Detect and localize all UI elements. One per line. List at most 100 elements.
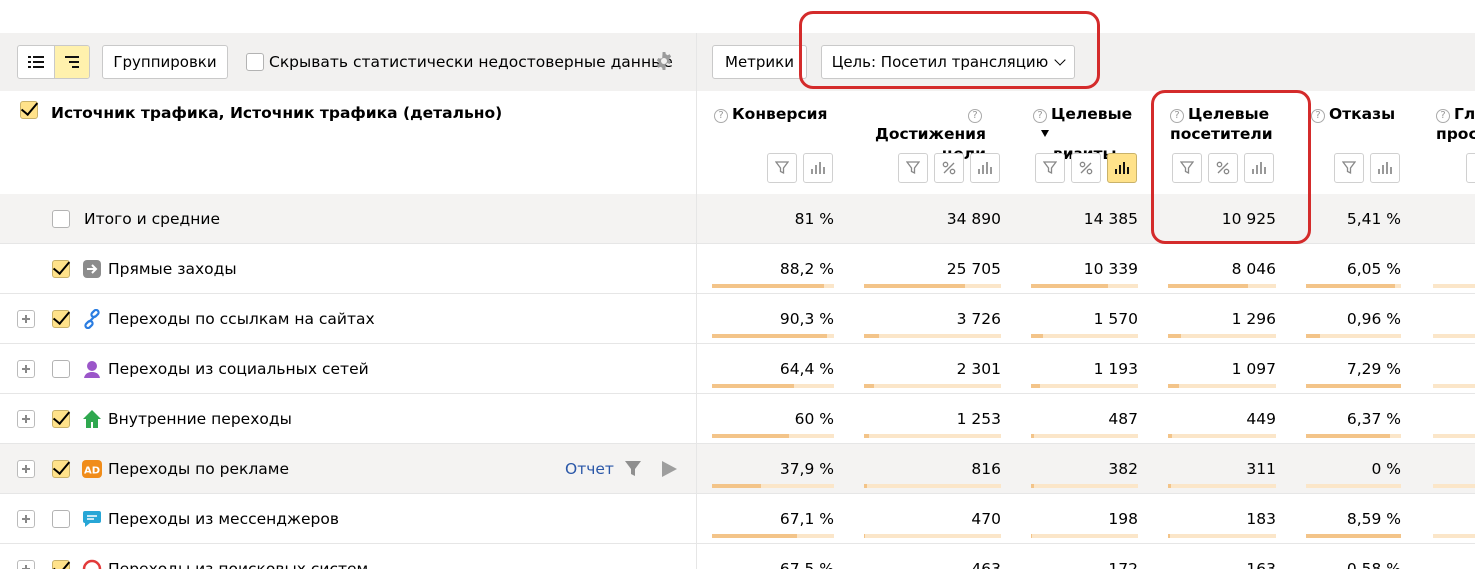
table-row[interactable]: Переходы по ссылкам на сайтах 90,3 % 3 726… bbox=[0, 294, 1475, 344]
row-checkbox[interactable] bbox=[52, 310, 70, 328]
sort-desc-icon[interactable] bbox=[1041, 130, 1049, 137]
table-row[interactable]: Переходы из поисковых систем 67,5 % 463 172… bbox=[0, 544, 1475, 569]
tree-view-button[interactable] bbox=[53, 46, 89, 78]
metric-value[interactable]: 10 339 bbox=[1084, 260, 1138, 278]
row-label[interactable]: Переходы из социальных сетей bbox=[108, 360, 369, 378]
filter-button[interactable] bbox=[898, 153, 928, 183]
metric-value[interactable]: 7,29 % bbox=[1347, 360, 1401, 378]
row-label[interactable]: Переходы по ссылкам на сайтах bbox=[108, 310, 375, 328]
percent-button[interactable] bbox=[934, 153, 964, 183]
chart-button-active[interactable] bbox=[1107, 153, 1137, 183]
table-row[interactable]: Переходы из мессенджеров 67,1 % 470 198 183 8… bbox=[0, 494, 1475, 544]
metric-value[interactable]: 470 bbox=[971, 510, 1001, 528]
metric-value[interactable]: 6,05 % bbox=[1347, 260, 1401, 278]
metric-value[interactable]: 172 bbox=[1108, 560, 1138, 569]
table-row[interactable]: Переходы из социальных сетей 64,4 % 2 301 1… bbox=[0, 344, 1475, 394]
metric-value[interactable]: 816 bbox=[971, 460, 1001, 478]
metric-value[interactable]: 449 bbox=[1246, 410, 1276, 428]
metric-value[interactable]: 8 046 bbox=[1232, 260, 1276, 278]
row-checkbox[interactable] bbox=[52, 260, 70, 278]
metric-value[interactable]: 163 bbox=[1246, 560, 1276, 569]
metric-value[interactable]: 25 705 bbox=[947, 260, 1001, 278]
funnel-icon[interactable] bbox=[624, 460, 642, 478]
chart-button[interactable] bbox=[1370, 153, 1400, 183]
metric-value[interactable]: 67,5 % bbox=[780, 560, 834, 569]
metric-value[interactable]: 90,3 % bbox=[780, 310, 834, 328]
expand-row-button[interactable] bbox=[17, 310, 35, 328]
table-row[interactable]: AD Переходы по рекламе Отчет 37,9 % 816 382 31… bbox=[0, 444, 1475, 494]
row-label[interactable]: Переходы из мессенджеров bbox=[108, 510, 339, 528]
dimension-title[interactable]: Источник трафика, Источник трафика (дета… bbox=[51, 104, 502, 122]
table-row[interactable]: Внутренние переходы 60 % 1 253 487 449 6,37 % bbox=[0, 394, 1475, 444]
column-header-depth[interactable]: ? Глу просм bbox=[1436, 104, 1475, 144]
groupings-button[interactable]: Группировки bbox=[102, 45, 228, 79]
row-checkbox[interactable] bbox=[52, 460, 70, 478]
help-icon[interactable]: ? bbox=[1311, 109, 1325, 123]
play-icon[interactable] bbox=[662, 461, 677, 477]
row-checkbox[interactable] bbox=[52, 560, 70, 569]
metric-value[interactable]: 3 726 bbox=[957, 310, 1001, 328]
metric-value[interactable]: 0,96 % bbox=[1347, 310, 1401, 328]
column-header-conversion[interactable]: ? Конверсия bbox=[714, 104, 834, 124]
metric-value[interactable]: 8,59 % bbox=[1347, 510, 1401, 528]
row-label[interactable]: Прямые заходы bbox=[108, 260, 237, 278]
metric-value[interactable]: 1 193 bbox=[1094, 360, 1138, 378]
metric-value[interactable]: 311 bbox=[1246, 460, 1276, 478]
metric-value[interactable]: 1 296 bbox=[1232, 310, 1276, 328]
metrics-button[interactable]: Метрики bbox=[712, 45, 807, 79]
metric-value[interactable]: 37,9 % bbox=[780, 460, 834, 478]
percent-button[interactable] bbox=[1071, 153, 1101, 183]
hide-unreliable-data-label[interactable]: Скрывать статистически недостоверные дан… bbox=[269, 53, 673, 71]
select-all-checkbox[interactable] bbox=[20, 101, 38, 119]
column-title-line2: просм bbox=[1436, 125, 1475, 143]
metric-value[interactable]: 2 301 bbox=[957, 360, 1001, 378]
help-icon[interactable]: ? bbox=[968, 109, 982, 123]
list-view-button[interactable] bbox=[18, 46, 54, 78]
filter-button[interactable] bbox=[1334, 153, 1364, 183]
metric-value[interactable]: 1 253 bbox=[957, 410, 1001, 428]
expand-row-button[interactable] bbox=[17, 410, 35, 428]
metric-value[interactable]: 1 097 bbox=[1232, 360, 1276, 378]
filter-button[interactable] bbox=[1035, 153, 1065, 183]
metric-value[interactable]: 183 bbox=[1246, 510, 1276, 528]
hide-unreliable-data-checkbox[interactable] bbox=[246, 53, 264, 71]
share-bar-fill bbox=[1031, 534, 1032, 538]
chart-button[interactable] bbox=[970, 153, 1000, 183]
row-label[interactable]: Переходы из поисковых систем bbox=[108, 560, 368, 569]
metric-value[interactable]: 64,4 % bbox=[780, 360, 834, 378]
help-icon[interactable]: ? bbox=[714, 109, 728, 123]
row-checkbox[interactable] bbox=[52, 360, 70, 378]
row-checkbox[interactable] bbox=[52, 410, 70, 428]
expand-row-button[interactable] bbox=[17, 560, 35, 569]
metric-value[interactable]: 0 % bbox=[1371, 460, 1401, 478]
help-icon[interactable]: ? bbox=[1436, 109, 1450, 123]
link-icon bbox=[82, 308, 102, 330]
metric-value[interactable]: 382 bbox=[1108, 460, 1138, 478]
metric-value[interactable]: 6,37 % bbox=[1347, 410, 1401, 428]
expand-row-button[interactable] bbox=[17, 360, 35, 378]
metric-value[interactable]: 0,58 % bbox=[1347, 560, 1401, 569]
metric-value[interactable]: 88,2 % bbox=[780, 260, 834, 278]
metric-value[interactable]: 60 % bbox=[795, 410, 834, 428]
report-link[interactable]: Отчет bbox=[565, 460, 614, 478]
table-row[interactable]: Прямые заходы 88,2 % 25 705 10 339 8 046 6,05… bbox=[0, 244, 1475, 294]
filter-button[interactable] bbox=[1466, 153, 1475, 183]
row-label[interactable]: Переходы по рекламе bbox=[108, 460, 289, 478]
chat-icon bbox=[82, 509, 102, 529]
column-header-bounces[interactable]: ? Отказы bbox=[1311, 104, 1401, 124]
filter-button[interactable] bbox=[767, 153, 797, 183]
expand-row-button[interactable] bbox=[17, 460, 35, 478]
expand-row-button[interactable] bbox=[17, 510, 35, 528]
metric-value[interactable]: 67,1 % bbox=[780, 510, 834, 528]
help-icon[interactable]: ? bbox=[1033, 109, 1047, 123]
gear-icon[interactable] bbox=[654, 51, 674, 71]
totals-checkbox[interactable] bbox=[52, 210, 70, 228]
share-bar-fill bbox=[1306, 334, 1320, 338]
metric-value[interactable]: 487 bbox=[1108, 410, 1138, 428]
chart-button[interactable] bbox=[803, 153, 833, 183]
row-label[interactable]: Внутренние переходы bbox=[108, 410, 292, 428]
metric-value[interactable]: 463 bbox=[971, 560, 1001, 569]
metric-value[interactable]: 1 570 bbox=[1094, 310, 1138, 328]
metric-value[interactable]: 198 bbox=[1108, 510, 1138, 528]
row-checkbox[interactable] bbox=[52, 510, 70, 528]
